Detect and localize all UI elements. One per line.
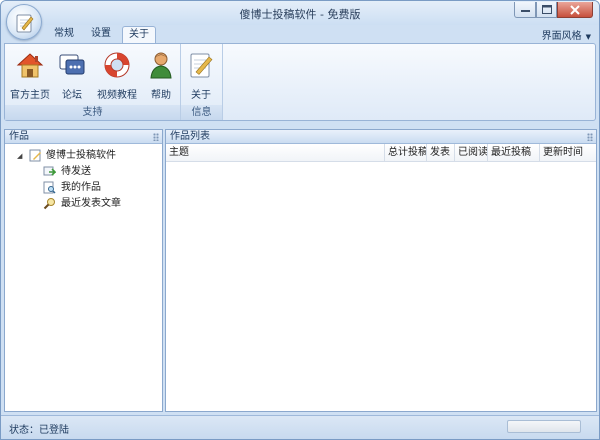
minimize-button[interactable] (514, 2, 536, 18)
notepad-icon (190, 53, 213, 78)
tab-about[interactable]: 关于 (122, 26, 156, 43)
ribbon-tab-row: 常规 设置 关于 界面风格 ▼ (1, 25, 599, 43)
about-button[interactable]: 关于 (185, 50, 217, 101)
forum-icon (59, 54, 85, 75)
homepage-label: 官方主页 (10, 90, 50, 101)
tree-root-label: 傻博士投稿软件 (46, 150, 116, 161)
document-search-icon (43, 181, 56, 194)
app-menu-button[interactable] (6, 4, 42, 40)
tree-item-my-works[interactable]: 我的作品 (5, 180, 162, 196)
status-bar: 状态：已登陆 (1, 415, 599, 439)
pane-grip-icon[interactable] (587, 133, 593, 141)
pane-grip-icon[interactable] (153, 133, 159, 141)
send-icon (43, 166, 56, 176)
column-published[interactable]: 发表 (427, 144, 455, 162)
video-tutorial-label: 视频教程 (97, 90, 137, 101)
works-table-header: 主题 总计投稿 发表 已阅读 最近投稿 更新时间 (166, 144, 596, 162)
column-read[interactable]: 已阅读 (455, 144, 488, 162)
works-list-title: 作品列表 (170, 131, 210, 142)
tree-root[interactable]: ◢ 傻博士投稿软件 (5, 148, 162, 164)
help-button[interactable]: 帮助 (145, 50, 177, 101)
status-text: 状态：已登陆 (9, 425, 69, 436)
close-button[interactable] (557, 2, 593, 18)
column-last-submitted[interactable]: 最近投稿 (488, 144, 540, 162)
home-icon (16, 53, 44, 78)
magnifier-icon (43, 198, 55, 210)
column-total-submissions[interactable]: 总计投稿 (385, 144, 427, 162)
works-tree: ◢ 傻博士投稿软件 待发送 我的作品 最近发表文章 (5, 144, 162, 212)
collapse-arrow-icon[interactable]: ◢ (17, 148, 22, 164)
ribbon-group-info: 关于 信息 (181, 44, 223, 120)
forum-label: 论坛 (62, 90, 82, 101)
help-person-icon (150, 52, 172, 79)
works-pane-header: 作品 (5, 130, 162, 144)
help-label: 帮助 (151, 90, 171, 101)
ribbon: 官方主页 论坛 视频教程 帮助 支持 关于 信息 (4, 43, 596, 121)
minimize-icon (520, 10, 530, 12)
ribbon-group-support: 官方主页 论坛 视频教程 帮助 支持 (5, 44, 181, 120)
video-tutorial-button[interactable]: 视频教程 (91, 50, 143, 101)
works-table-body[interactable] (166, 163, 596, 411)
ribbon-group-info-label: 信息 (181, 105, 222, 120)
ui-style-label: 界面风格 (541, 31, 582, 42)
window-title: 傻博士投稿软件 - 免费版 (239, 8, 361, 21)
tree-item-my-works-label: 我的作品 (61, 182, 101, 193)
app-window: 傻博士投稿软件 - 免费版 常规 设置 关于 界面风格 ▼ 官方主页 论坛 视频… (0, 0, 600, 440)
tab-general[interactable]: 常规 (50, 26, 78, 43)
works-list-pane: 作品列表 主题 总计投稿 发表 已阅读 最近投稿 更新时间 (165, 129, 597, 412)
close-icon (570, 4, 580, 15)
works-list-header: 作品列表 (166, 130, 596, 144)
notepad-icon (29, 149, 41, 162)
tree-item-pending-label: 待发送 (61, 166, 91, 177)
chevron-down-icon: ▼ (585, 33, 591, 41)
tree-item-pending[interactable]: 待发送 (5, 164, 162, 180)
notepad-icon (16, 14, 34, 33)
tree-item-recent[interactable]: 最近发表文章 (5, 196, 162, 212)
works-pane: 作品 ◢ 傻博士投稿软件 待发送 我的作品 最近发表文章 (4, 129, 163, 412)
homepage-button[interactable]: 官方主页 (8, 50, 52, 101)
ui-style-menu[interactable]: 界面风格 ▼ (542, 27, 591, 42)
about-label: 关于 (191, 90, 211, 101)
progress-bar (507, 420, 581, 433)
tab-settings[interactable]: 设置 (87, 26, 115, 43)
works-pane-title: 作品 (9, 131, 29, 142)
forum-button[interactable]: 论坛 (57, 50, 87, 101)
maximize-icon (541, 5, 552, 14)
lifebuoy-icon (104, 52, 130, 78)
tree-item-recent-label: 最近发表文章 (61, 198, 121, 209)
column-subject[interactable]: 主题 (166, 144, 385, 162)
maximize-button[interactable] (536, 2, 557, 18)
column-updated-time[interactable]: 更新时间 (540, 144, 596, 162)
title-bar: 傻博士投稿软件 - 免费版 (1, 1, 599, 25)
ribbon-group-support-label: 支持 (5, 105, 180, 120)
